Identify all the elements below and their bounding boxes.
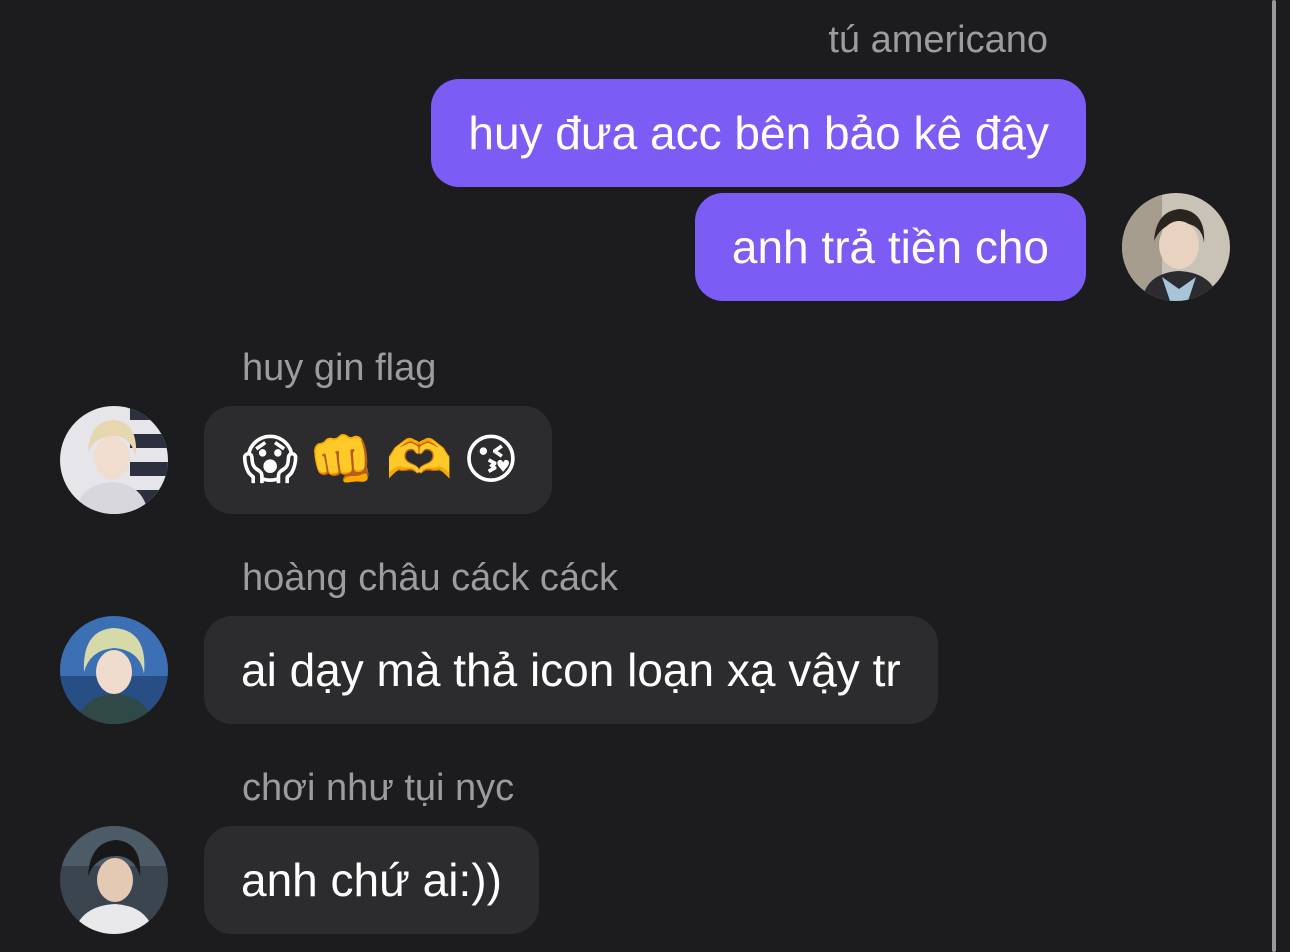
message-bubble[interactable]: ai dạy mà thả icon loạn xạ vậy tr: [204, 616, 938, 724]
sender-name: huy gin flag: [242, 347, 437, 389]
scrollbar[interactable]: [1272, 0, 1276, 952]
sender-name: hoàng châu cáck cáck: [242, 557, 619, 599]
user-avatar-photo-icon: [1122, 193, 1230, 301]
message-bubble[interactable]: 😱 👊 🫶 😘: [204, 406, 552, 514]
sender-avatar[interactable]: [60, 406, 168, 514]
sender-avatar[interactable]: [60, 826, 168, 934]
user-avatar-photo-icon: [60, 616, 168, 724]
kissing-face-emoji-icon: 😘: [462, 430, 520, 490]
emoji-reaction-row: 😱 👊 🫶 😘: [242, 406, 519, 514]
message-bubble[interactable]: huy đưa acc bên bảo kê đây: [431, 79, 1086, 187]
heart-hands-emoji-icon: 🫶: [385, 430, 453, 490]
user-avatar-photo-icon: [60, 406, 168, 514]
user-avatar-photo-icon: [60, 826, 168, 934]
sender-name: tú americano: [828, 19, 1048, 61]
screaming-face-emoji-icon: 😱: [242, 430, 299, 490]
sender-avatar[interactable]: [1122, 193, 1230, 301]
message-bubble[interactable]: anh chứ ai:)): [204, 826, 539, 934]
sender-avatar[interactable]: [60, 616, 168, 724]
fist-emoji-icon: 👊: [308, 430, 376, 490]
message-bubble[interactable]: anh trả tiền cho: [694, 193, 1086, 301]
chat-thread: tú americano huy đưa acc bên bảo kê đây …: [0, 0, 1290, 952]
sender-name: chơi như tụi nyc: [242, 767, 515, 809]
